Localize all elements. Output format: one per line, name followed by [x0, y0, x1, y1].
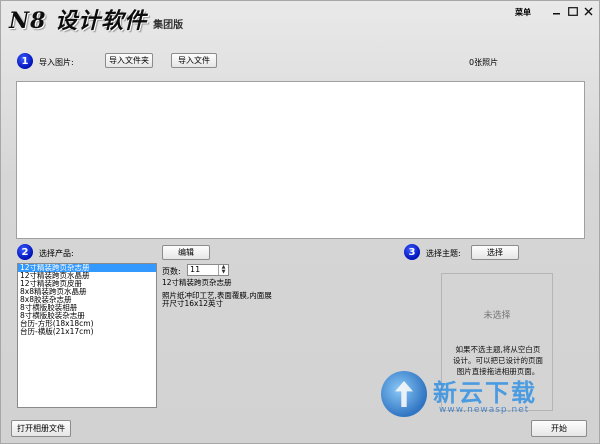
step-3-badge: 3 — [404, 244, 420, 260]
theme-none-text: 未选择 — [483, 311, 511, 321]
app-logo: N8 设计软件 集团版 — [9, 3, 184, 34]
tip-line: 如果不选主题,将从空白页 — [455, 345, 541, 354]
image-drop-area[interactable] — [16, 81, 585, 239]
minimize-icon[interactable] — [550, 6, 563, 17]
import-images-label: 导入图片: — [39, 58, 74, 67]
pages-value: 11 — [190, 265, 201, 274]
logo-sub-text: 集团版 — [153, 20, 184, 31]
select-theme-button[interactable]: 选择 — [471, 245, 519, 260]
watermark-text: 新云下载 — [433, 379, 537, 407]
step-1-badge: 1 — [17, 53, 33, 69]
title-bar: N8 设计软件 集团版 菜单 — [1, 1, 599, 35]
import-file-button[interactable]: 导入文件 — [171, 53, 217, 68]
pages-stepper[interactable]: 11 ▲ ▼ — [187, 264, 229, 276]
photo-count: 0张照片 — [469, 58, 499, 67]
select-product-label: 选择产品: — [39, 249, 74, 258]
watermark-url: www.newasp.net — [439, 405, 530, 415]
pages-label: 页数: — [162, 267, 181, 276]
select-theme-label: 选择主题: — [426, 249, 461, 258]
desc-line: 12寸精装跨页杂志册 — [162, 278, 232, 287]
desc-line: 开尺寸16x12英寸 — [162, 299, 224, 308]
step-2-badge: 2 — [17, 244, 33, 260]
stepper-arrows-icon[interactable]: ▲ ▼ — [218, 265, 228, 275]
open-album-button[interactable]: 打开相册文件 — [11, 420, 71, 437]
close-icon[interactable] — [582, 6, 595, 17]
app-window: N8 设计软件 集团版 菜单 1 导入图片: 导入文件夹 导入文件 0张照片 2… — [0, 0, 600, 444]
import-folder-button[interactable]: 导入文件夹 — [105, 53, 153, 68]
watermark-logo-icon — [381, 371, 427, 417]
watermark: 新云下载 www.newasp.net — [381, 365, 591, 425]
edit-button[interactable]: 编辑 — [162, 245, 210, 260]
maximize-icon[interactable] — [566, 6, 579, 17]
logo-main-text: N8 设计软件 — [9, 8, 148, 34]
product-description: 12寸精装跨页杂志册 照片纸冲印工艺,表面覆膜,内面展 开尺寸16x12英寸 — [162, 279, 272, 308]
product-list[interactable]: 12寸精装跨页杂志册 12寸精装跨页水晶册 12寸精装跨页皮册 8x8精装跨页水… — [17, 263, 157, 408]
list-item[interactable]: 台历-横版(21x17cm) — [18, 328, 156, 336]
menu-button[interactable]: 菜单 — [515, 7, 531, 18]
start-button[interactable]: 开始 — [531, 420, 587, 437]
